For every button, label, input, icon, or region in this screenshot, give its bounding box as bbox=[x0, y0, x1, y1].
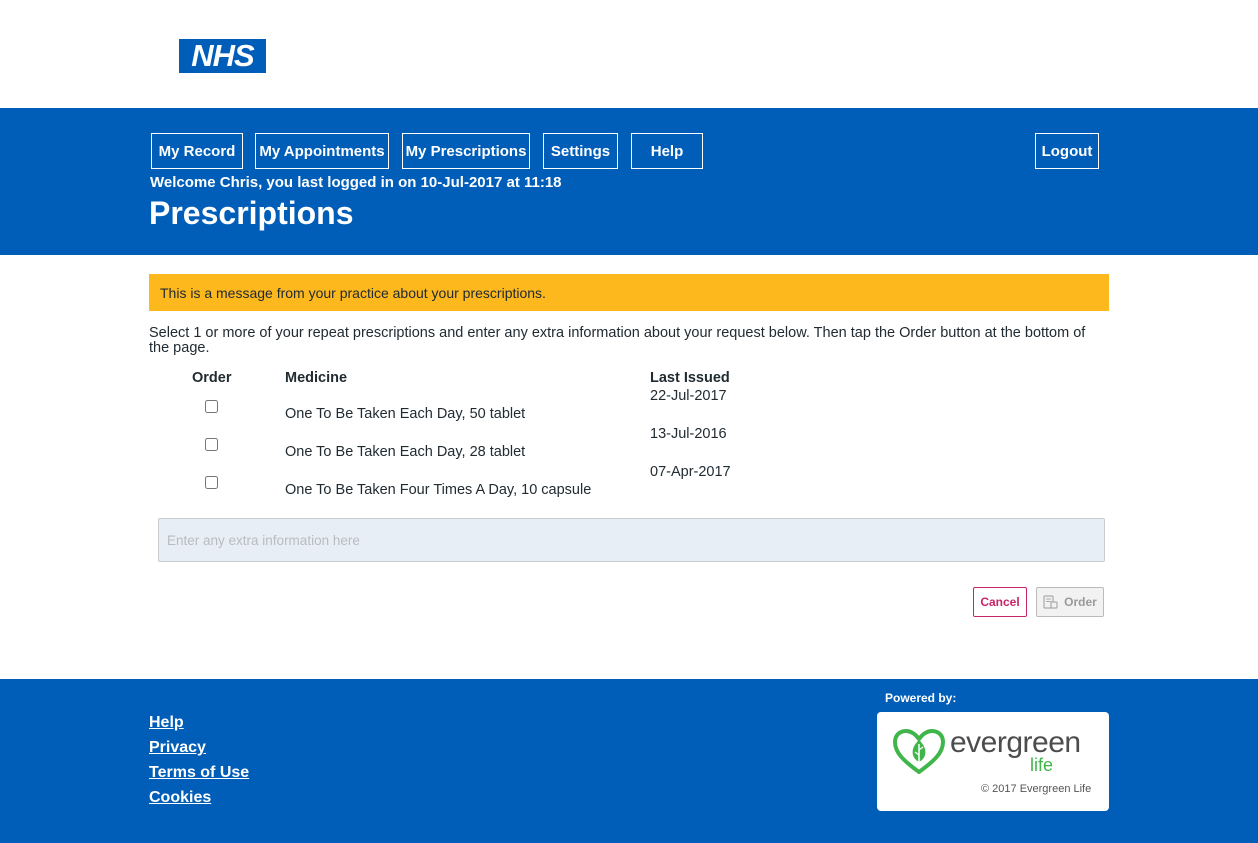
logout-button[interactable]: Logout bbox=[1035, 133, 1099, 169]
cancel-button[interactable]: Cancel bbox=[973, 587, 1027, 617]
top-bar: NHS bbox=[0, 0, 1258, 108]
welcome-message: Welcome Chris, you last logged in on 10-… bbox=[150, 174, 562, 191]
last-issued-date: 07-Apr-2017 bbox=[650, 464, 731, 480]
footer-link-privacy[interactable]: Privacy bbox=[149, 739, 206, 757]
medicine-name: One To Be Taken Each Day, 28 tablet bbox=[285, 444, 526, 460]
footer: Help Privacy Terms of Use Cookies Powere… bbox=[0, 679, 1258, 843]
nav-my-prescriptions[interactable]: My Prescriptions bbox=[402, 133, 530, 169]
copyright-text: © 2017 Evergreen Life bbox=[981, 783, 1092, 795]
last-issued-date: 13-Jul-2016 bbox=[650, 426, 727, 442]
header: My Record My Appointments My Prescriptio… bbox=[0, 108, 1258, 255]
prescription-icon bbox=[1043, 593, 1059, 612]
order-checkbox[interactable] bbox=[205, 438, 218, 451]
extra-information-input[interactable] bbox=[158, 518, 1105, 562]
nav-my-record[interactable]: My Record bbox=[151, 133, 243, 169]
medicine-name: One To Be Taken Each Day, 50 tablet bbox=[285, 406, 526, 422]
evergreen-life-logo[interactable]: evergreen life © 2017 Evergreen Life bbox=[877, 712, 1109, 811]
practice-message-banner: This is a message from your practice abo… bbox=[149, 274, 1109, 311]
footer-link-terms-of-use[interactable]: Terms of Use bbox=[149, 764, 249, 782]
life-wordmark: life bbox=[1030, 755, 1054, 775]
order-button-label: Order bbox=[1064, 595, 1097, 609]
medicine-name: One To Be Taken Four Times A Day, 10 cap… bbox=[285, 482, 592, 498]
footer-link-cookies[interactable]: Cookies bbox=[149, 789, 211, 807]
column-header-last-issued: Last Issued bbox=[650, 370, 730, 386]
column-header-order: Order bbox=[192, 370, 232, 386]
page-title: Prescriptions bbox=[149, 195, 354, 231]
heart-leaf-icon bbox=[892, 728, 946, 781]
footer-link-help[interactable]: Help bbox=[149, 714, 184, 732]
evergreen-wordmark: evergreen bbox=[950, 726, 1081, 759]
order-checkbox[interactable] bbox=[205, 476, 218, 489]
instructions-text: Select 1 or more of your repeat prescrip… bbox=[149, 325, 1086, 356]
last-issued-date: 22-Jul-2017 bbox=[650, 388, 727, 404]
powered-by-label: Powered by: bbox=[885, 691, 957, 705]
nav-my-appointments[interactable]: My Appointments bbox=[255, 133, 389, 169]
nav-settings[interactable]: Settings bbox=[543, 133, 618, 169]
order-checkbox[interactable] bbox=[205, 400, 218, 413]
column-header-medicine: Medicine bbox=[285, 370, 348, 386]
order-button[interactable]: Order bbox=[1036, 587, 1104, 617]
nav-help[interactable]: Help bbox=[631, 133, 703, 169]
nhs-logo[interactable]: NHS bbox=[179, 39, 266, 73]
